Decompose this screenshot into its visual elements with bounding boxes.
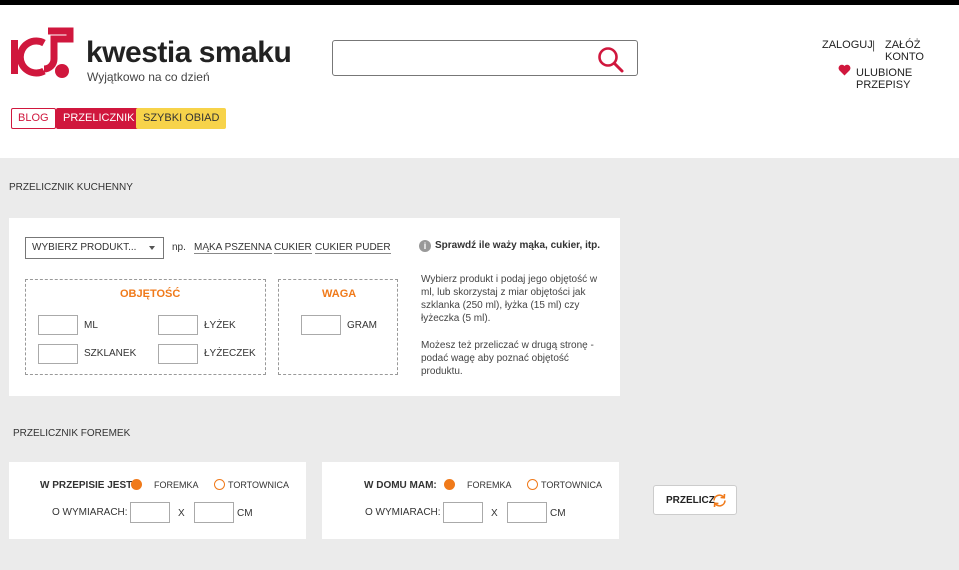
- brand-tagline: Wyjątkowo na co dzień: [87, 70, 210, 84]
- product-select[interactable]: WYBIERZ PRODUKT...: [25, 237, 164, 259]
- tag-calculator[interactable]: PRZELICZNIK: [56, 108, 142, 129]
- logo-mark-icon[interactable]: [10, 27, 74, 83]
- recipe-form-panel: [9, 462, 306, 539]
- info-title: Sprawdź ile waży mąka, cukier, itp.: [435, 240, 601, 251]
- volume-title: OBJĘTOŚĆ: [120, 288, 181, 300]
- calculate-button[interactable]: PRZELICZ: [653, 485, 737, 515]
- home-unit-label: CM: [550, 508, 566, 519]
- recipe-x-label: X: [178, 508, 185, 519]
- chevron-down-icon: [149, 246, 155, 250]
- refresh-icon: [713, 493, 726, 508]
- calculate-button-label: PRZELICZ: [666, 495, 715, 506]
- home-foremka-radio[interactable]: [444, 479, 455, 490]
- tablespoon-label: ŁYŻEK: [204, 320, 236, 331]
- forms-calc-title: PRZELICZNIK FOREMEK: [13, 428, 131, 439]
- home-length-input[interactable]: [507, 502, 547, 523]
- gram-input[interactable]: [301, 315, 341, 335]
- login-link[interactable]: ZALOGUJ: [822, 39, 873, 51]
- recipe-form-label: W PRZEPISIE JEST:: [40, 480, 135, 491]
- example-link-sugar[interactable]: CUKIER: [274, 242, 312, 254]
- search-icon[interactable]: [597, 46, 625, 74]
- info-paragraph-1: Wybierz produkt i podaj jego objętość w …: [421, 274, 598, 324]
- tag-blog[interactable]: BLOG: [11, 108, 56, 129]
- recipe-unit-label: CM: [237, 508, 253, 519]
- register-link[interactable]: ZAŁÓŻ KONTO: [885, 39, 959, 63]
- example-link-flour[interactable]: MĄKA PSZENNA: [194, 242, 272, 254]
- home-tortownica-radio[interactable]: [527, 479, 538, 490]
- weight-title: WAGA: [322, 288, 357, 300]
- examples-prefix: np.: [172, 242, 186, 253]
- recipe-dims-label: O WYMIARACH:: [52, 507, 128, 518]
- product-select-value: WYBIERZ PRODUKT...: [32, 242, 137, 253]
- home-form-label: W DOMU MAM:: [364, 480, 437, 491]
- glass-label: SZKLANEK: [84, 348, 137, 359]
- home-width-input[interactable]: [443, 502, 483, 523]
- recipe-width-input[interactable]: [130, 502, 170, 523]
- tablespoon-input[interactable]: [158, 315, 198, 335]
- home-foremka-label[interactable]: FOREMKA: [467, 480, 512, 490]
- recipe-foremka-radio[interactable]: [131, 479, 142, 490]
- brand-name[interactable]: kwestia smaku: [86, 36, 292, 70]
- heart-icon: [838, 64, 851, 76]
- ml-input[interactable]: [38, 315, 78, 335]
- recipe-length-input[interactable]: [194, 502, 234, 523]
- recipe-tortownica-radio[interactable]: [214, 479, 225, 490]
- teaspoon-input[interactable]: [158, 344, 198, 364]
- recipe-foremka-label[interactable]: FOREMKA: [154, 480, 199, 490]
- ml-label: ML: [84, 320, 98, 331]
- home-dims-label: O WYMIARACH:: [365, 507, 441, 518]
- gram-label: GRAM: [347, 320, 377, 331]
- home-tortownica-label[interactable]: TORTOWNICA: [541, 480, 602, 490]
- info-paragraph-2: Możesz też przeliczać w drugą stronę - p…: [421, 340, 594, 377]
- recipe-tortownica-label[interactable]: TORTOWNICA: [228, 480, 289, 490]
- example-link-powdered-sugar[interactable]: CUKIER PUDER: [315, 242, 391, 254]
- home-x-label: X: [491, 508, 498, 519]
- teaspoon-label: ŁYŻECZEK: [204, 348, 256, 359]
- kitchen-calc-title: PRZELICZNIK KUCHENNY: [9, 182, 133, 193]
- glass-input[interactable]: [38, 344, 78, 364]
- info-icon: i: [419, 240, 431, 252]
- home-form-panel: [322, 462, 619, 539]
- search-input[interactable]: [332, 40, 638, 76]
- account-separator: |: [872, 38, 876, 52]
- tag-fast-dinner[interactable]: SZYBKI OBIAD: [136, 108, 227, 129]
- favorites-link[interactable]: ULUBIONE PRZEPISY: [856, 67, 959, 91]
